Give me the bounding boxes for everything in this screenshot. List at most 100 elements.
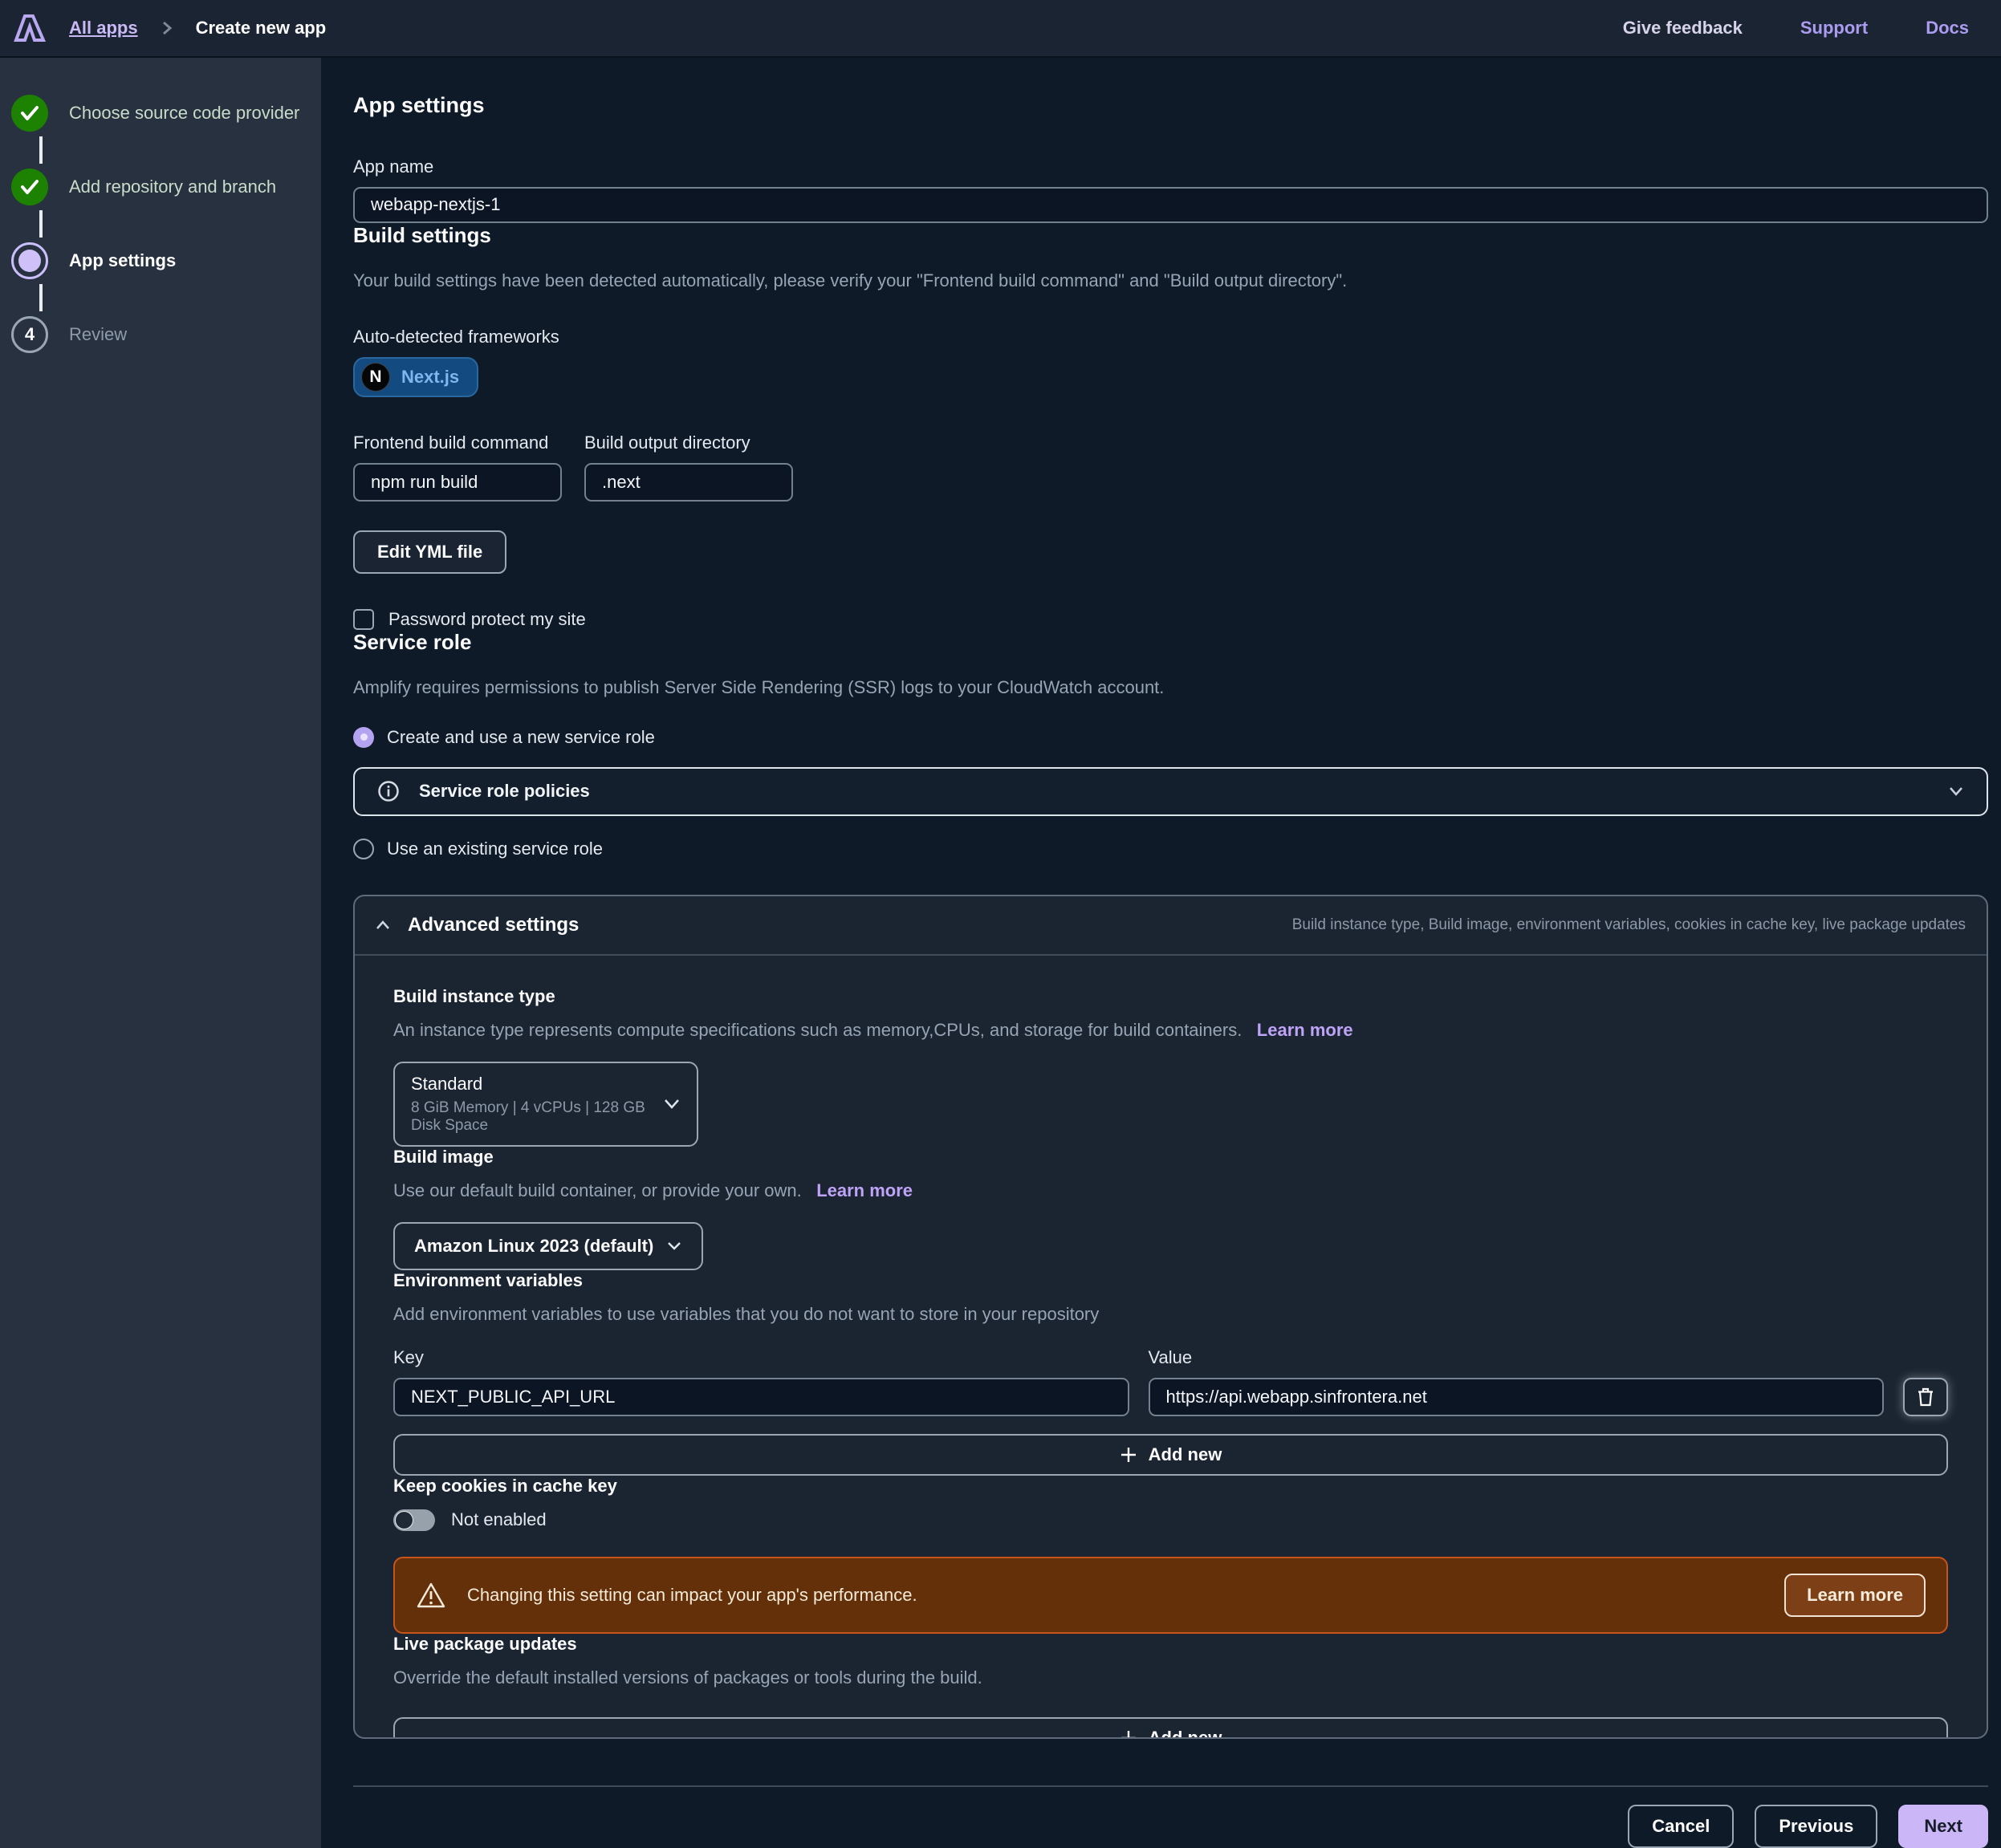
step-4-number: 4 bbox=[11, 316, 48, 353]
wizard-stepper-sidebar: Choose source code provider Add reposito… bbox=[0, 58, 321, 1848]
info-icon bbox=[377, 780, 400, 802]
environment-variables-description: Add environment variables to use variabl… bbox=[393, 1304, 1948, 1325]
chevron-down-icon bbox=[666, 1241, 682, 1251]
topbar-links: Give feedback Support Docs bbox=[1623, 18, 1969, 39]
step-connector bbox=[39, 136, 43, 164]
password-protect-checkbox[interactable] bbox=[353, 609, 374, 630]
wizard-footer: Cancel Previous Next bbox=[353, 1785, 1988, 1848]
nextjs-framework-badge[interactable]: N Next.js bbox=[353, 357, 478, 397]
breadcrumb-current-page: Create new app bbox=[196, 18, 327, 39]
docs-link[interactable]: Docs bbox=[1926, 18, 1969, 39]
build-output-directory-input[interactable] bbox=[584, 463, 793, 502]
caret-up-icon bbox=[376, 920, 390, 930]
step-app-settings-current[interactable]: App settings bbox=[11, 242, 305, 279]
frontend-build-command-input[interactable] bbox=[353, 463, 562, 502]
env-value-input[interactable] bbox=[1149, 1378, 1885, 1416]
build-instance-type-description: An instance type represents compute spec… bbox=[393, 1020, 1242, 1040]
service-role-description: Amplify requires permissions to publish … bbox=[353, 677, 1988, 698]
add-env-var-button[interactable]: Add new bbox=[393, 1434, 1948, 1476]
build-image-description: Use our default build container, or prov… bbox=[393, 1180, 802, 1200]
breadcrumb-chevron-icon bbox=[161, 18, 173, 38]
env-value-label: Value bbox=[1149, 1347, 1885, 1368]
step-connector bbox=[39, 284, 43, 311]
step-4-label: Review bbox=[69, 324, 127, 345]
warning-learn-more-button[interactable]: Learn more bbox=[1784, 1574, 1926, 1617]
env-key-label: Key bbox=[393, 1347, 1129, 1368]
service-role-policies-label: Service role policies bbox=[419, 781, 590, 802]
amplify-logo-icon[interactable] bbox=[13, 13, 47, 43]
frontend-build-command-label: Frontend build command bbox=[353, 433, 562, 453]
build-instance-type-title: Build instance type bbox=[393, 986, 1948, 1007]
build-instance-selected-value: Standard bbox=[411, 1074, 663, 1095]
build-instance-type-select[interactable]: Standard 8 GiB Memory | 4 vCPUs | 128 GB… bbox=[393, 1062, 698, 1147]
step-2-label: Add repository and branch bbox=[69, 177, 276, 197]
advanced-settings-header[interactable]: Advanced settings Build instance type, B… bbox=[355, 896, 1987, 956]
step-3-current-indicator bbox=[11, 242, 48, 279]
build-image-learn-more-link[interactable]: Learn more bbox=[816, 1180, 913, 1200]
advanced-settings-card: Advanced settings Build instance type, B… bbox=[353, 895, 1988, 1739]
main-content: App settings App name Build settings You… bbox=[321, 58, 2001, 1848]
plus-icon bbox=[1120, 1446, 1137, 1464]
next-button[interactable]: Next bbox=[1898, 1805, 1988, 1848]
build-image-select[interactable]: Amazon Linux 2023 (default) bbox=[393, 1222, 703, 1270]
warning-message: Changing this setting can impact your ap… bbox=[467, 1585, 917, 1606]
build-instance-specs: 8 GiB Memory | 4 vCPUs | 128 GB Disk Spa… bbox=[411, 1099, 663, 1135]
new-service-role-radio[interactable] bbox=[353, 727, 374, 748]
add-env-var-label: Add new bbox=[1149, 1444, 1222, 1465]
app-name-label: App name bbox=[353, 156, 1988, 177]
page-title: App settings bbox=[353, 93, 1988, 118]
warning-icon bbox=[416, 1582, 446, 1609]
existing-service-role-label: Use an existing service role bbox=[387, 839, 603, 859]
advanced-settings-title: Advanced settings bbox=[408, 914, 579, 936]
advanced-settings-summary: Build instance type, Build image, enviro… bbox=[1292, 916, 1966, 934]
build-output-directory-label: Build output directory bbox=[584, 433, 793, 453]
auto-detected-frameworks-label: Auto-detected frameworks bbox=[353, 327, 1988, 347]
service-role-policies-expander[interactable]: Service role policies bbox=[353, 767, 1988, 816]
cancel-button[interactable]: Cancel bbox=[1628, 1805, 1734, 1848]
keep-cookies-toggle[interactable] bbox=[393, 1509, 435, 1531]
trash-icon bbox=[1916, 1387, 1935, 1407]
build-image-title: Build image bbox=[393, 1147, 1948, 1168]
step-2-check-icon bbox=[11, 169, 48, 205]
give-feedback-link[interactable]: Give feedback bbox=[1623, 18, 1743, 39]
build-instance-learn-more-link[interactable]: Learn more bbox=[1257, 1020, 1353, 1040]
build-settings-description: Your build settings have been detected a… bbox=[353, 270, 1988, 291]
step-add-repository[interactable]: Add repository and branch bbox=[11, 169, 305, 205]
password-protect-label: Password protect my site bbox=[388, 609, 586, 630]
app-name-input[interactable] bbox=[353, 187, 1988, 223]
step-review[interactable]: 4 Review bbox=[11, 316, 305, 353]
new-service-role-label: Create and use a new service role bbox=[387, 727, 655, 748]
previous-button[interactable]: Previous bbox=[1755, 1805, 1877, 1848]
add-live-package-label: Add new bbox=[1149, 1728, 1222, 1739]
support-link[interactable]: Support bbox=[1800, 18, 1868, 39]
top-navigation-bar: All apps Create new app Give feedback Su… bbox=[0, 0, 2001, 58]
build-settings-title: Build settings bbox=[353, 223, 1988, 248]
env-key-input[interactable] bbox=[393, 1378, 1129, 1416]
step-1-label: Choose source code provider bbox=[69, 103, 299, 124]
nextjs-logo-icon: N bbox=[361, 363, 390, 392]
performance-warning-banner: Changing this setting can impact your ap… bbox=[393, 1557, 1948, 1634]
chevron-down-icon bbox=[1948, 786, 1964, 797]
existing-service-role-radio-row[interactable]: Use an existing service role bbox=[353, 839, 1988, 859]
edit-yml-file-button[interactable]: Edit YML file bbox=[353, 530, 506, 574]
step-1-check-icon bbox=[11, 95, 48, 132]
step-3-label: App settings bbox=[69, 250, 176, 271]
step-choose-source-provider[interactable]: Choose source code provider bbox=[11, 95, 305, 132]
add-live-package-button[interactable]: Add new bbox=[393, 1717, 1948, 1739]
build-image-selected-value: Amazon Linux 2023 (default) bbox=[414, 1236, 653, 1257]
step-connector bbox=[39, 210, 43, 238]
environment-variables-title: Environment variables bbox=[393, 1270, 1948, 1291]
service-role-title: Service role bbox=[353, 630, 1988, 655]
chevron-down-icon bbox=[663, 1098, 681, 1110]
live-package-updates-description: Override the default installed versions … bbox=[393, 1667, 1948, 1688]
plus-icon bbox=[1120, 1729, 1137, 1739]
keep-cookies-toggle-label: Not enabled bbox=[451, 1509, 547, 1530]
live-package-updates-title: Live package updates bbox=[393, 1634, 1948, 1655]
new-service-role-radio-row[interactable]: Create and use a new service role bbox=[353, 727, 1988, 748]
nextjs-badge-label: Next.js bbox=[401, 367, 459, 388]
existing-service-role-radio[interactable] bbox=[353, 839, 374, 859]
breadcrumb-all-apps-link[interactable]: All apps bbox=[69, 18, 138, 39]
create-new-app-page: All apps Create new app Give feedback Su… bbox=[0, 0, 2001, 1848]
delete-env-var-button[interactable] bbox=[1903, 1378, 1948, 1416]
keep-cookies-title: Keep cookies in cache key bbox=[393, 1476, 1948, 1497]
